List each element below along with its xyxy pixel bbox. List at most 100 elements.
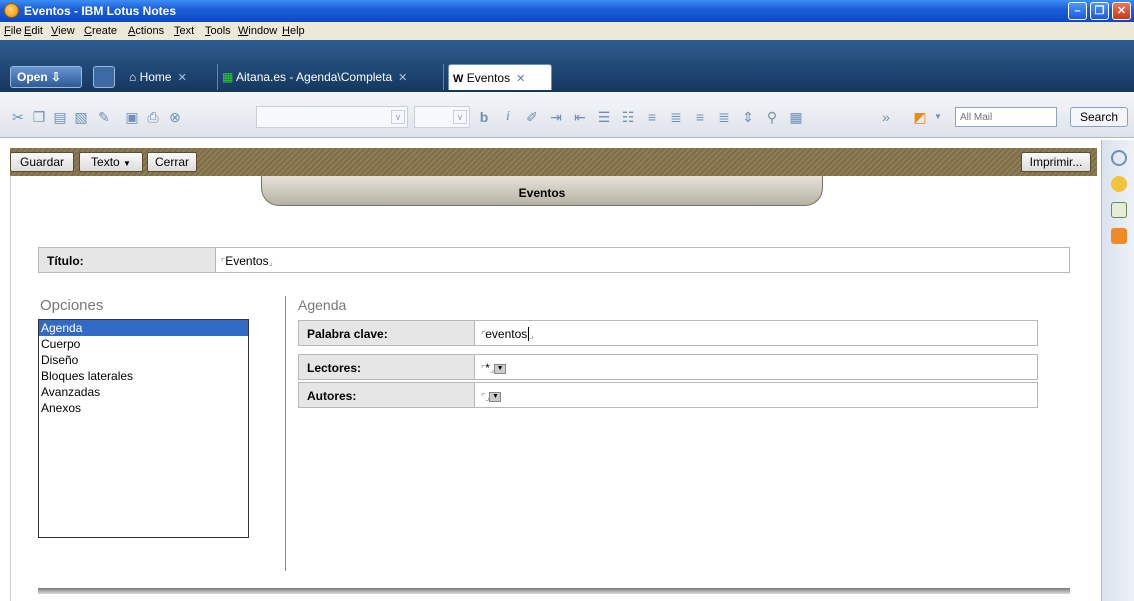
tab-home[interactable]: ⌂ Home ✕	[125, 64, 218, 90]
menu-text[interactable]: Text	[174, 25, 194, 37]
outdent-icon[interactable]: ⇤	[572, 109, 588, 125]
table-icon[interactable]: ▦	[788, 109, 804, 125]
toolbar: ✂ ❐ ▤ ▧ ✎ ▣ ⎙ ⊗ ∨ ∨ b i ✐ ⇥ ⇤ ☰ ☷ ≡ ≣ ≡ …	[0, 92, 1134, 138]
spacing-icon[interactable]: ⇕	[740, 109, 756, 125]
dropdown-arrow-icon[interactable]: ▼	[494, 363, 507, 374]
menu-view[interactable]: View	[51, 25, 75, 37]
readers-field[interactable]: ⌜*⌟ ▼	[481, 361, 507, 375]
list-item[interactable]: Bloques laterales	[39, 368, 248, 384]
indent-icon[interactable]: ⇥	[548, 109, 564, 125]
close-tab-icon[interactable]: ✕	[398, 72, 407, 84]
field-end-marker: ⌟	[268, 257, 273, 267]
mail-icon[interactable]: ◩	[912, 109, 928, 125]
open-button[interactable]: Open ⇩	[10, 66, 82, 88]
menu-actions[interactable]: Actions	[128, 25, 164, 37]
window-titlebar: Eventos - IBM Lotus Notes – ❐ ✕	[0, 0, 1134, 22]
cut-icon[interactable]: ✂	[10, 109, 26, 125]
menu-create[interactable]: Create	[84, 25, 117, 37]
home-icon: ⌂	[129, 70, 137, 84]
readers-label: Lectores:	[299, 355, 475, 379]
close-tab-icon[interactable]: ✕	[516, 73, 525, 85]
italic-icon[interactable]: i	[500, 109, 516, 125]
size-dropdown[interactable]: ∨	[414, 106, 470, 128]
calendar-icon[interactable]	[1111, 202, 1127, 218]
title-label: Título:	[39, 248, 216, 272]
bold-icon[interactable]: b	[476, 109, 492, 125]
authors-field-row: Autores: ⌜⌟ ▼	[298, 382, 1038, 408]
close-window-button[interactable]: ✕	[1112, 2, 1131, 20]
close-button[interactable]: Cerrar	[147, 152, 197, 172]
bullets-icon[interactable]: ☰	[596, 109, 612, 125]
tab-eventos[interactable]: W Eventos ✕	[448, 64, 552, 90]
lotus-notes-logo-icon	[4, 3, 19, 18]
readers-field-row: Lectores: ⌜*⌟ ▼	[298, 354, 1038, 380]
highlight-icon[interactable]: ✐	[524, 109, 540, 125]
align-center-icon[interactable]: ≣	[668, 109, 684, 125]
options-heading: Opciones	[40, 297, 104, 314]
menu-window[interactable]: Window	[238, 25, 277, 37]
justify-icon[interactable]: ≣	[716, 109, 732, 125]
align-right-icon[interactable]: ≡	[692, 109, 708, 125]
menu-edit[interactable]: Edit	[24, 25, 43, 37]
section-heading: Agenda	[298, 297, 347, 313]
font-dropdown[interactable]: ∨	[256, 106, 408, 128]
mail-dropdown-icon[interactable]: ▼	[930, 109, 946, 125]
numbering-icon[interactable]: ☷	[620, 109, 636, 125]
authors-label: Autores:	[299, 383, 475, 407]
tab-agenda-completa[interactable]: ▦ Aitana.es - Agenda\Completa ✕	[218, 64, 444, 90]
tab-eventos-label: Eventos	[466, 71, 511, 85]
print-icon[interactable]: ⎙	[145, 109, 161, 125]
dropdown-arrow-icon[interactable]: ▼	[489, 391, 502, 402]
search-input[interactable]	[955, 107, 1057, 127]
list-item[interactable]: Avanzadas	[39, 384, 248, 400]
close-tab-icon[interactable]: ✕	[178, 72, 187, 84]
sametime-icon[interactable]	[1111, 150, 1127, 166]
restore-button[interactable]: ❐	[1090, 2, 1109, 20]
feeds-icon[interactable]	[1111, 228, 1127, 244]
keyword-field[interactable]: ⌜eventos ⌟	[481, 327, 533, 341]
options-listbox[interactable]: Agenda Cuerpo Diseño Bloques laterales A…	[38, 319, 249, 538]
stop-icon[interactable]: ⊗	[167, 109, 183, 125]
menu-help[interactable]: Help	[282, 25, 305, 37]
form-header: Eventos	[261, 176, 823, 206]
activities-icon[interactable]	[1111, 176, 1127, 192]
open-arrow-icon: ⇩	[51, 70, 62, 84]
keyword-field-row: Palabra clave: ⌜eventos ⌟	[298, 320, 1038, 346]
align-left-icon[interactable]: ≡	[644, 109, 660, 125]
save-icon[interactable]: ▣	[124, 109, 140, 125]
open-label: Open	[17, 70, 48, 84]
find-icon[interactable]: ⚲	[764, 109, 780, 125]
list-item[interactable]: Cuerpo	[39, 336, 248, 352]
save-button[interactable]: Guardar	[10, 152, 74, 172]
action-bar: Guardar Texto ▼ Cerrar Imprimir...	[10, 148, 1097, 176]
menu-tools[interactable]: Tools	[205, 25, 231, 37]
tab-home-label: Home	[139, 70, 172, 84]
keyword-value: eventos	[485, 327, 528, 341]
field-end-marker: ⌟	[529, 330, 534, 340]
copy-icon[interactable]: ❐	[31, 109, 47, 125]
new-icon[interactable]: ✎	[96, 109, 112, 125]
title-field[interactable]: ⌜Eventos⌟	[221, 254, 273, 268]
minimize-button[interactable]: –	[1068, 2, 1087, 20]
menu-file[interactable]: File	[4, 25, 22, 37]
paste-special-icon[interactable]: ▧	[73, 109, 89, 125]
database-icon: ▦	[222, 70, 234, 84]
right-sidebar	[1101, 140, 1134, 601]
title-field-row: Título: ⌜Eventos⌟	[38, 247, 1070, 273]
list-item[interactable]: Anexos	[39, 400, 248, 416]
print-button[interactable]: Imprimir...	[1021, 152, 1091, 172]
window-list-icon[interactable]	[93, 66, 115, 88]
search-button[interactable]: Search	[1070, 107, 1128, 127]
list-item[interactable]: Agenda	[39, 320, 248, 336]
document-area: Eventos Título: ⌜Eventos⌟ Opciones Agend…	[10, 176, 1097, 601]
list-item[interactable]: Diseño	[39, 352, 248, 368]
title-value: Eventos	[225, 254, 269, 268]
authors-field[interactable]: ⌜⌟ ▼	[481, 389, 502, 403]
text-menu-label: Texto	[91, 155, 120, 169]
more-icon[interactable]: »	[878, 109, 894, 125]
text-menu-button[interactable]: Texto ▼	[79, 152, 143, 172]
keyword-label: Palabra clave:	[299, 321, 475, 345]
paste-icon[interactable]: ▤	[52, 109, 68, 125]
vertical-divider	[285, 296, 286, 571]
document-icon: W	[453, 73, 464, 85]
